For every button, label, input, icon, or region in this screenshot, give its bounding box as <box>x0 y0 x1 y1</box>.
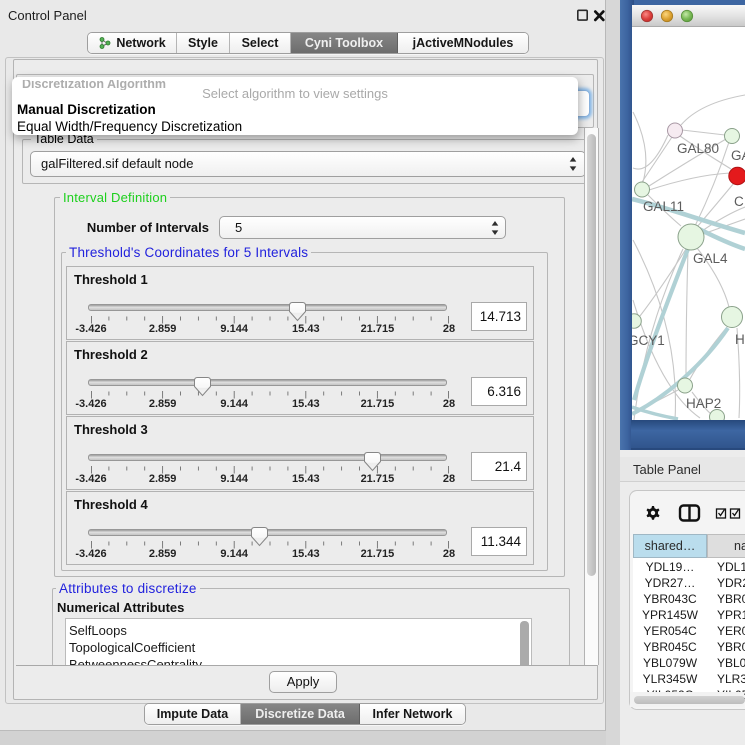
svg-text:GAL80: GAL80 <box>677 141 719 156</box>
svg-text:GCY1: GCY1 <box>628 333 665 348</box>
svg-text:GAL11: GAL11 <box>643 199 684 214</box>
svg-text:HAP2: HAP2 <box>686 396 721 411</box>
svg-text:GAL4: GAL4 <box>693 251 728 266</box>
svg-text:C: C <box>734 194 744 209</box>
svg-text:H: H <box>735 332 745 347</box>
svg-text:GAL…: GAL… <box>731 148 745 163</box>
